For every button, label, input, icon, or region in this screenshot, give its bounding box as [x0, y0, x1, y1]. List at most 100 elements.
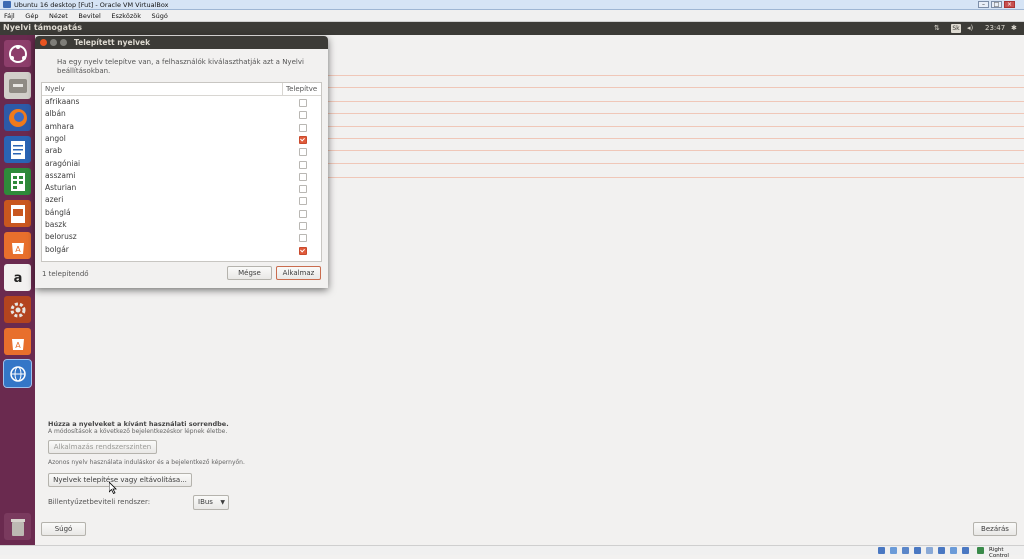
list-header: Nyelv Telepítve	[42, 83, 321, 96]
installed-checkbox[interactable]	[299, 185, 307, 194]
installed-checkbox[interactable]	[299, 197, 307, 206]
writer-icon[interactable]	[4, 136, 31, 163]
language-name: arab	[45, 146, 63, 156]
installed-checkbox[interactable]	[299, 234, 307, 243]
language-list[interactable]: Nyelv Telepítve afrikaans albán amhara ango…	[41, 82, 322, 262]
install-remove-languages-button[interactable]: Nyelvek telepítése vagy eltávolítása...	[48, 473, 192, 487]
installed-languages-dialog: Telepített nyelvek Ha egy nyelv telepítv…	[35, 36, 328, 288]
apply-system-wide-button[interactable]: Alkalmazás rendszerszinten	[48, 440, 157, 454]
language-name: Asturian	[45, 183, 77, 193]
installed-checkbox[interactable]	[299, 222, 307, 230]
help-button[interactable]: Súgó	[41, 522, 86, 536]
installed-checkbox[interactable]	[299, 172, 307, 181]
language-row[interactable]: albán	[42, 108, 321, 120]
cancel-button[interactable]: Mégse	[227, 266, 272, 280]
trash-icon[interactable]	[4, 513, 31, 540]
column-language[interactable]: Nyelv	[45, 85, 65, 93]
list-divider	[325, 150, 1024, 151]
language-row[interactable]: afrikaans	[42, 96, 321, 108]
optical-drive-icon[interactable]	[890, 547, 897, 554]
maximize-button[interactable]: □	[991, 1, 1002, 8]
audio-icon[interactable]	[902, 547, 909, 554]
installed-checkbox[interactable]	[299, 135, 307, 144]
app-title: Nyelvi támogatás	[3, 23, 82, 32]
language-row[interactable]: baszk	[42, 219, 321, 231]
minimize-button[interactable]: –	[978, 1, 989, 8]
list-divider	[325, 101, 1024, 102]
dialog-minimize-icon[interactable]	[50, 39, 57, 46]
files-icon[interactable]	[4, 72, 31, 99]
language-row[interactable]: belorusz	[42, 231, 321, 243]
volume-icon[interactable]: ◂)	[967, 24, 973, 32]
hard-disk-icon[interactable]	[878, 547, 885, 554]
display-icon[interactable]	[950, 547, 957, 554]
language-name: bánglá	[45, 207, 71, 217]
menu-file[interactable]: Fájl	[0, 10, 19, 20]
language-row[interactable]: azeri	[42, 194, 321, 206]
network-icon[interactable]: ⇅	[934, 24, 940, 32]
language-row[interactable]: arab	[42, 145, 321, 157]
system-settings-icon[interactable]	[4, 296, 31, 323]
usb-icon[interactable]	[926, 547, 933, 554]
language-name: bolgár	[45, 244, 69, 254]
installed-checkbox[interactable]	[299, 111, 307, 120]
installed-checkbox[interactable]	[299, 160, 307, 169]
language-row[interactable]: angol	[42, 133, 321, 145]
language-name: asszami	[45, 170, 76, 180]
dialog-description: Ha egy nyelv telepítve van, a felhasznál…	[57, 58, 304, 75]
close-button[interactable]: Bezárás	[973, 522, 1017, 536]
column-installed[interactable]: Telepítve	[286, 85, 317, 93]
dialog-titlebar: Telepített nyelvek	[35, 36, 328, 49]
list-divider	[325, 113, 1024, 114]
firefox-icon[interactable]	[4, 104, 31, 131]
keyboard-indicator[interactable]: Sk	[951, 24, 961, 33]
apply-button[interactable]: Alkalmaz	[276, 266, 321, 280]
menu-machine[interactable]: Gép	[21, 10, 42, 20]
menu-input[interactable]: Bevitel	[74, 10, 104, 20]
close-window-button[interactable]: ×	[1004, 1, 1015, 8]
language-name: baszk	[45, 220, 67, 229]
mouse-integration-icon[interactable]	[977, 547, 984, 554]
installed-checkbox[interactable]	[299, 148, 307, 157]
chevron-down-icon: ▼	[220, 499, 225, 506]
network-adapter-icon[interactable]	[914, 547, 921, 554]
software-center-icon[interactable]: A	[4, 232, 31, 259]
installed-checkbox[interactable]	[299, 246, 307, 255]
keyboard-input-label: Billentyűzetbeviteli rendszer:	[48, 498, 151, 506]
installed-checkbox[interactable]	[299, 99, 307, 107]
dialog-maximize-icon[interactable]	[60, 39, 67, 46]
software-updater-icon[interactable]: A	[4, 328, 31, 355]
calc-icon[interactable]	[4, 168, 31, 195]
language-row[interactable]: asszami	[42, 170, 321, 182]
host-key-label: Right Control	[989, 547, 1009, 559]
mouse-cursor-icon	[109, 482, 117, 494]
language-support-icon[interactable]	[3, 359, 32, 388]
recording-icon[interactable]	[962, 547, 969, 554]
clock[interactable]: 23:47	[985, 24, 1005, 32]
menu-view[interactable]: Nézet	[45, 10, 72, 20]
shared-folders-icon[interactable]	[938, 547, 945, 554]
language-row[interactable]: bolgár	[42, 244, 321, 256]
language-row[interactable]: amhara	[42, 121, 321, 133]
virtualbox-icon	[3, 1, 11, 8]
installed-checkbox[interactable]	[299, 123, 307, 132]
vbox-menubar: Fájl Gép Nézet Bevitel Eszközök Súgó	[0, 10, 1024, 22]
vbox-statusbar: Right Control	[0, 545, 1024, 559]
menu-devices[interactable]: Eszközök	[107, 10, 145, 20]
language-name: aragóniai	[45, 158, 81, 168]
impress-icon[interactable]	[4, 200, 31, 227]
language-row[interactable]: aragóniai	[42, 158, 321, 170]
dialog-close-icon[interactable]	[40, 39, 47, 46]
list-divider	[325, 87, 1024, 88]
vbox-titlebar: Ubuntu 16 desktop [Fut] - Oracle VM Virt…	[0, 0, 1024, 10]
keyboard-input-combo[interactable]: IBus ▼	[193, 495, 229, 510]
list-divider	[325, 138, 1024, 139]
dash-home-icon[interactable]	[4, 40, 31, 67]
installed-checkbox[interactable]	[299, 209, 307, 218]
language-row[interactable]: Asturian	[42, 182, 321, 194]
language-name: albán	[45, 109, 66, 119]
amazon-icon[interactable]: a	[4, 264, 31, 291]
language-row[interactable]: bánglá	[42, 207, 321, 219]
gear-icon[interactable]: ✱	[1011, 24, 1017, 32]
menu-help[interactable]: Súgó	[148, 10, 172, 20]
